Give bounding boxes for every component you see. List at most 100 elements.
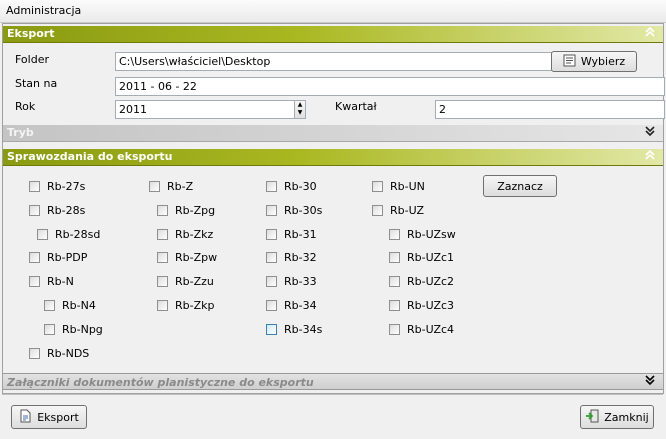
kwartal-label: Kwartał: [335, 100, 377, 113]
checkbox-label: Rb-Zpw: [175, 250, 218, 264]
checkbox-box[interactable]: [44, 323, 55, 335]
checkbox-box[interactable]: [157, 251, 168, 263]
double-down-icon[interactable]: [643, 125, 657, 141]
checkbox-box[interactable]: [266, 204, 277, 216]
checkbox-rb-34s[interactable]: Rb-34s: [266, 322, 322, 336]
checkbox-box[interactable]: [29, 180, 40, 192]
checkbox-rb-pdp[interactable]: Rb-PDP: [29, 250, 87, 264]
section-header-tryb[interactable]: Tryb: [3, 125, 663, 142]
checkbox-label: Rb-UN: [390, 179, 425, 193]
rok-spinner[interactable]: ▲ ▼: [294, 100, 306, 119]
checkbox-label: Rb-28sd: [55, 227, 101, 241]
checkbox-rb-zkz[interactable]: Rb-Zkz: [157, 227, 213, 241]
checkbox-rb-27s[interactable]: Rb-27s: [29, 179, 85, 193]
checkbox-box[interactable]: [389, 299, 400, 311]
checkbox-label: Rb-32: [284, 250, 317, 264]
checkbox-box[interactable]: [372, 180, 383, 192]
checkbox-label: Rb-PDP: [47, 250, 88, 264]
checkbox-label: Rb-Npg: [62, 322, 103, 336]
checkbox-label: Rb-Z: [167, 179, 194, 193]
spin-up-icon[interactable]: ▲: [298, 101, 303, 108]
checkbox-box[interactable]: [389, 323, 400, 335]
checkbox-rb-npg[interactable]: Rb-Npg: [44, 322, 103, 336]
section-header-zalaczniki[interactable]: Załączniki dokumentów planistyczne do ek…: [3, 373, 663, 390]
folder-field[interactable]: C:\Users\właściciel\Desktop: [115, 52, 552, 71]
checkbox-box[interactable]: [29, 251, 40, 263]
checkbox-box[interactable]: [29, 204, 40, 216]
rok-field[interactable]: 2011: [115, 100, 295, 119]
checkbox-rb-zpg[interactable]: Rb-Zpg: [157, 203, 215, 217]
footer-divider: [2, 394, 663, 395]
checkbox-box[interactable]: [389, 251, 400, 263]
zaznacz-button[interactable]: Zaznacz: [483, 175, 557, 197]
checkbox-label: Rb-UZc1: [407, 250, 455, 264]
double-up-icon[interactable]: [643, 26, 657, 42]
checkbox-box[interactable]: [157, 299, 168, 311]
checkbox-label: Rb-UZc3: [407, 298, 455, 312]
double-up-icon[interactable]: [643, 149, 657, 165]
checkbox-box[interactable]: [389, 275, 400, 287]
double-down-icon[interactable]: [643, 374, 657, 390]
checkbox-box[interactable]: [266, 323, 277, 335]
checkbox-box[interactable]: [266, 228, 277, 240]
zamknij-button[interactable]: Zamknij: [580, 405, 654, 429]
kwartal-field[interactable]: 2: [435, 100, 665, 119]
checkbox-rb-n[interactable]: Rb-N: [29, 274, 74, 288]
checkbox-label: Rb-31: [284, 227, 317, 241]
checkbox-rb-n4[interactable]: Rb-N4: [44, 298, 96, 312]
checkbox-label: Rb-30: [284, 179, 317, 193]
wybierz-button[interactable]: Wybierz: [551, 51, 637, 72]
checkbox-box[interactable]: [44, 299, 55, 311]
section-header-eksport[interactable]: Eksport: [3, 26, 663, 43]
checkbox-rb-33[interactable]: Rb-33: [266, 274, 317, 288]
checkbox-rb-uzc4[interactable]: Rb-UZc4: [389, 322, 454, 336]
section-title-eksport: Eksport: [7, 27, 55, 40]
checkbox-rb-nds[interactable]: Rb-NDS: [29, 346, 89, 360]
zamknij-label: Zamknij: [604, 410, 649, 424]
checkbox-box[interactable]: [157, 204, 168, 216]
section-header-sprawozdania[interactable]: Sprawozdania do eksportu: [3, 149, 663, 166]
checkbox-rb-32[interactable]: Rb-32: [266, 250, 317, 264]
checkbox-box[interactable]: [29, 275, 40, 287]
checkbox-rb-uzc3[interactable]: Rb-UZc3: [389, 298, 454, 312]
checkbox-rb-zzu[interactable]: Rb-Zzu: [157, 274, 214, 288]
checkbox-rb-uzc1[interactable]: Rb-UZc1: [389, 250, 454, 264]
checkbox-rb-uz[interactable]: Rb-UZ: [372, 203, 424, 217]
stan-na-label: Stan na: [15, 77, 58, 90]
checkbox-rb-zkp[interactable]: Rb-Zkp: [157, 298, 214, 312]
checkbox-label: Rb-N: [47, 274, 74, 288]
checkbox-rb-28s[interactable]: Rb-28s: [29, 203, 85, 217]
checkbox-label: Rb-Zpg: [175, 203, 216, 217]
checkbox-rb-34[interactable]: Rb-34: [266, 298, 317, 312]
checkbox-box[interactable]: [149, 180, 160, 192]
checkbox-box[interactable]: [372, 204, 383, 216]
wybierz-label: Wybierz: [580, 55, 626, 68]
checkbox-label: Rb-34: [284, 298, 317, 312]
checkbox-box[interactable]: [157, 228, 168, 240]
checkbox-box[interactable]: [157, 275, 168, 287]
checkbox-label: Rb-Zkp: [175, 298, 215, 312]
checkbox-label: Rb-UZc2: [407, 274, 455, 288]
checkbox-rb-31[interactable]: Rb-31: [266, 227, 317, 241]
checkbox-rb-30[interactable]: Rb-30: [266, 179, 317, 193]
checkbox-rb-uzsw[interactable]: Rb-UZsw: [389, 227, 456, 241]
checkbox-box[interactable]: [266, 299, 277, 311]
checkbox-label: Rb-UZc4: [407, 322, 455, 336]
checkbox-box[interactable]: [266, 251, 277, 263]
checkbox-box[interactable]: [389, 228, 400, 240]
checkbox-rb-28sd[interactable]: Rb-28sd: [37, 227, 100, 241]
checkbox-rb-30s[interactable]: Rb-30s: [266, 203, 322, 217]
checkbox-rb-zpw[interactable]: Rb-Zpw: [157, 250, 217, 264]
checkbox-rb-un[interactable]: Rb-UN: [372, 179, 425, 193]
checkbox-box[interactable]: [37, 228, 48, 240]
checkbox-box[interactable]: [266, 180, 277, 192]
checkbox-box[interactable]: [266, 275, 277, 287]
checkbox-box[interactable]: [29, 347, 40, 359]
checkbox-label: Rb-30s: [284, 203, 323, 217]
stan-na-date-field[interactable]: 2011 - 06 - 22: [115, 77, 665, 96]
eksport-button[interactable]: Eksport: [11, 405, 87, 429]
rok-label: Rok: [15, 100, 36, 113]
checkbox-rb-z[interactable]: Rb-Z: [149, 179, 193, 193]
checkbox-rb-uzc2[interactable]: Rb-UZc2: [389, 274, 454, 288]
spin-down-icon[interactable]: ▼: [298, 109, 303, 116]
